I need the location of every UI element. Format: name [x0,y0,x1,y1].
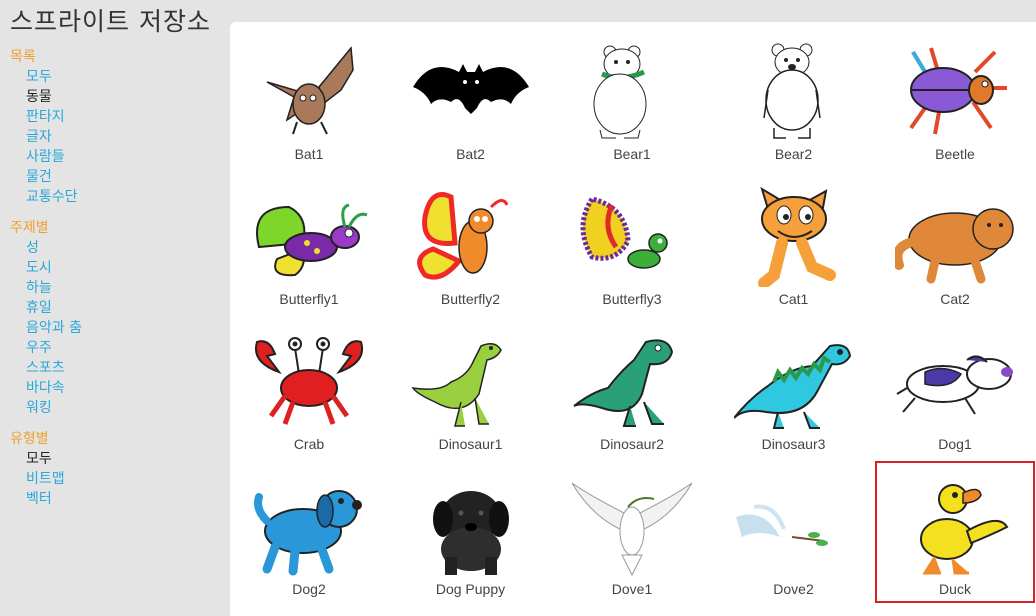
sidebar-section: 유형별모두 비트맵 벡터 [10,429,220,509]
dove1-icon [571,477,693,577]
sprite-name: Cat2 [940,291,970,307]
sidebar-item[interactable]: 물건 [10,167,220,187]
bat2-icon [411,42,531,142]
sprite-card[interactable]: Bear2 [716,28,872,166]
sidebar-item[interactable]: 스포츠 [10,358,220,378]
sidebar-item[interactable]: 모두 [10,67,220,87]
sidebar-item[interactable]: 벡터 [10,489,220,509]
sprite-name: Dinosaur3 [761,436,826,452]
sidebar-item[interactable]: 글자 [10,127,220,147]
sidebar-section: 주제별성 도시 하늘 휴일 음악과 춤 우주 스포츠 바다속 워킹 [10,218,220,418]
sprite-card[interactable]: Crab [231,318,387,456]
cat2-icon [892,187,1015,287]
sprite-name: Bear1 [613,146,651,162]
butterfly1-icon [249,187,369,287]
sidebar-item[interactable]: 휴일 [10,298,220,318]
bat1-icon [249,42,369,142]
dinosaur1-icon [410,332,531,432]
sidebar-item[interactable]: 바다속 [10,378,220,398]
dove2-icon [734,477,854,577]
sprite-card[interactable]: Beetle [877,28,1033,166]
sprite-card[interactable]: Dog Puppy [393,463,549,601]
beetle-icon [895,42,1015,142]
sprite-name: Butterfly2 [440,291,501,307]
sidebar-item[interactable]: 사람들 [10,147,220,167]
sprite-name: Dog Puppy [435,581,506,597]
sprite-name: Dinosaur1 [438,436,503,452]
sprite-name: Bear2 [774,146,813,162]
sprite-card[interactable]: Butterfly1 [231,173,387,311]
sprite-name: Cat1 [778,291,809,307]
duck-icon [895,477,1015,577]
sidebar-item[interactable]: 워킹 [10,398,220,418]
category-sidebar: 목록 모두 동물 판타지 글자 사람들 물건 교통수단 주제별 성 도시 하늘 휴일 음악과 춤 우주 스포츠… [10,47,220,520]
sidebar-section-heading: 유형별 [10,431,49,447]
cat1-icon [734,186,854,289]
sprite-card[interactable]: Bat1 [231,28,387,166]
sidebar-item[interactable]: 모두 [10,449,220,469]
sprite-name: Butterfly1 [279,291,339,307]
sidebar-section-heading: 목록 [10,49,36,65]
sprite-card[interactable]: Dog1 [877,318,1033,456]
sprite-card[interactable]: Cat2 [877,173,1033,311]
sprite-name: Duck [939,581,971,597]
sprite-card[interactable]: Butterfly2 [393,173,549,311]
sprite-card[interactable]: Dinosaur2 [554,318,710,456]
sprite-card[interactable]: Butterfly3 [554,173,710,311]
dog-puppy-icon [411,477,531,577]
sidebar-item[interactable]: 성 [10,238,220,258]
dog2-icon [249,477,369,577]
sprite-name: Dove1 [611,581,653,597]
bear1-icon [572,42,692,142]
sprite-card[interactable]: Cat1 [716,173,872,311]
sidebar-item[interactable]: 비트맵 [10,469,220,489]
sidebar-section-heading: 주제별 [10,220,49,236]
sprite-name: Bat2 [456,146,485,162]
sprite-name: Dinosaur2 [600,436,664,452]
sprite-name: Dove2 [773,581,814,597]
sprite-name: Dog2 [292,581,326,597]
sidebar-item[interactable]: 우주 [10,338,220,358]
sprite-name: Butterfly3 [602,291,662,307]
sprite-card[interactable]: Bear1 [554,28,710,166]
sprite-card[interactable]: Dove1 [554,463,710,601]
sprite-name: Dog1 [938,436,972,452]
sprite-library-panel: Bat1 Bat2 Bear1 Bear2 Beetle Butterfly1 … [230,22,1036,616]
dinosaur2-icon [572,332,692,432]
sprite-name: Crab [293,436,325,452]
butterfly3-icon [572,187,692,287]
sprite-name: Bat1 [294,146,324,162]
butterfly2-icon [411,187,531,287]
sprite-card[interactable]: Dog2 [231,463,387,601]
page-title: 스프라이트 저장소 [10,7,211,36]
sprite-card[interactable]: Dove2 [716,463,872,601]
sprite-card[interactable]: Dinosaur3 [716,318,872,456]
sprite-card[interactable]: Duck [875,461,1035,603]
sprite-card[interactable]: Bat2 [393,28,549,166]
sprite-name: Beetle [935,146,975,162]
dog1-icon [895,332,1015,432]
sprite-card[interactable]: Dinosaur1 [393,318,549,456]
sidebar-item[interactable]: 교통수단 [10,187,220,207]
sidebar-item[interactable]: 판타지 [10,107,220,127]
sidebar-item[interactable]: 음악과 춤 [10,318,220,338]
bear2-icon [734,42,854,142]
sidebar-item[interactable]: 도시 [10,258,220,278]
crab-icon [249,332,369,432]
sidebar-item[interactable]: 동물 [10,87,220,107]
sidebar-section: 목록모두 동물 판타지 글자 사람들 물건 교통수단 [10,47,220,207]
sidebar-item[interactable]: 하늘 [10,278,220,298]
dinosaur3-icon [732,332,854,432]
